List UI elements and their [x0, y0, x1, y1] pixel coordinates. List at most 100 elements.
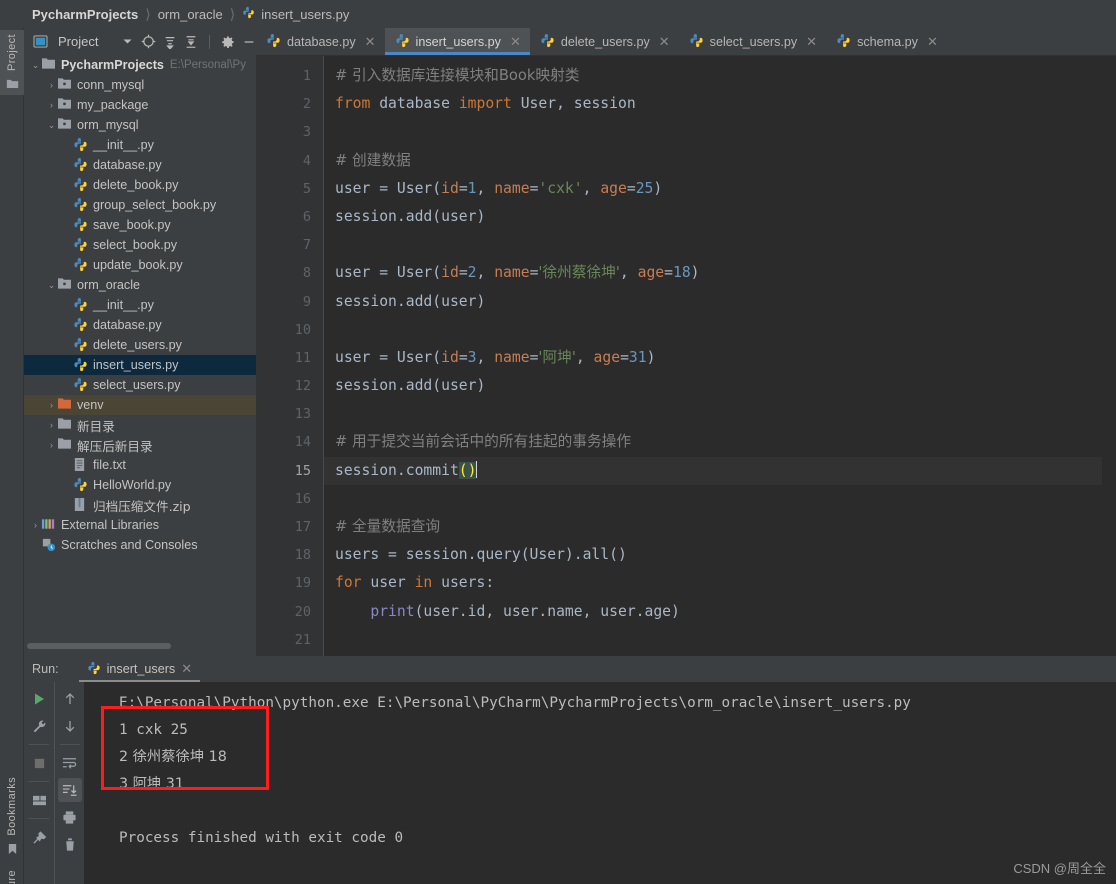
editor-tab-delete-users[interactable]: delete_users.py ✕ — [530, 28, 679, 55]
code-line[interactable]: # 创建数据 — [324, 147, 1116, 175]
chevron-down-icon[interactable] — [121, 33, 134, 50]
close-icon[interactable]: ✕ — [659, 34, 670, 50]
code-line[interactable]: for user in users: — [324, 569, 1116, 597]
chevron-right-icon[interactable]: › — [30, 520, 41, 530]
tree-item-insert-users-py[interactable]: insert_users.py — [24, 355, 256, 375]
tree-item-database-py[interactable]: database.py — [24, 315, 256, 335]
gear-icon[interactable] — [221, 33, 235, 50]
editor-tab-select-users[interactable]: select_users.py ✕ — [679, 28, 826, 55]
code-line[interactable]: session.add(user) — [324, 203, 1116, 231]
scrollbar-thumb[interactable] — [27, 643, 171, 649]
chevron-down-icon[interactable]: ⌄ — [46, 280, 57, 291]
code-line[interactable]: # 全量数据查询 — [324, 513, 1116, 541]
trash-icon[interactable] — [58, 832, 82, 856]
code-line[interactable] — [324, 118, 1116, 146]
stop-icon[interactable] — [27, 751, 51, 775]
tree-item-group-select-book-py[interactable]: group_select_book.py — [24, 195, 256, 215]
breadcrumb-item-file[interactable]: insert_users.py — [261, 7, 349, 22]
close-icon[interactable]: ✕ — [806, 34, 817, 50]
code-line[interactable]: session.add(user) — [324, 288, 1116, 316]
editor-vscrollbar[interactable] — [1102, 56, 1116, 656]
code-line[interactable]: # 用于提交当前会话中的所有挂起的事务操作 — [324, 428, 1116, 456]
tree-item-orm-mysql[interactable]: ⌄ orm_mysql — [24, 115, 256, 135]
code-editor[interactable]: 1 2 3 4 5 6 7 8 9 10 11 12 13 14 15 16 17 18 19 20 21 # 引入数据… — [256, 56, 1116, 656]
tree-item-database-py[interactable]: database.py — [24, 155, 256, 175]
rerun-settings-icon[interactable] — [27, 714, 51, 738]
print-icon[interactable] — [58, 805, 82, 829]
code-line[interactable]: user = User(id=3, name='阿坤', age=31) — [324, 344, 1116, 372]
sidebar-tab-structure[interactable]: Structure — [0, 866, 24, 884]
tree-item-venv[interactable]: › venv — [24, 395, 256, 415]
project-panel-title[interactable]: Project — [58, 34, 98, 49]
project-tree[interactable]: ⌄ PycharmProjects E:\Personal\Py › conn_mysq… — [24, 55, 256, 639]
run-tab-insert-users[interactable]: insert_users ✕ — [78, 656, 201, 682]
scroll-to-end-icon[interactable] — [57, 778, 82, 802]
code-line[interactable]: users = session.query(User).all() — [324, 541, 1116, 569]
chevron-right-icon[interactable]: › — [46, 440, 57, 450]
sidebar-tab-bookmarks[interactable]: Bookmarks — [0, 773, 24, 861]
tree-item-delete-book-py[interactable]: delete_book.py — [24, 175, 256, 195]
collapse-all-icon[interactable] — [184, 33, 198, 50]
chevron-right-icon[interactable]: › — [46, 80, 57, 90]
code-line[interactable] — [324, 316, 1116, 344]
expand-all-icon[interactable] — [163, 33, 177, 50]
tree-item-file-txt[interactable]: file.txt — [24, 455, 256, 475]
close-icon[interactable]: ✕ — [510, 34, 521, 50]
chevron-right-icon[interactable]: › — [46, 100, 57, 110]
code-line[interactable]: user = User(id=1, name='cxk', age=25) — [324, 175, 1116, 203]
soft-wrap-icon[interactable] — [58, 751, 82, 775]
close-icon[interactable]: ✕ — [365, 34, 376, 50]
tree-item-[interactable]: › 解压后新目录 — [24, 435, 256, 455]
line-number: 17 — [294, 519, 311, 535]
run-icon[interactable] — [27, 687, 51, 711]
editor-code-area[interactable]: # 引入数据库连接模块和Book映射类 from database import … — [324, 56, 1116, 656]
up-arrow-icon[interactable] — [58, 687, 82, 711]
code-line[interactable] — [324, 626, 1116, 654]
chevron-down-icon[interactable]: ⌄ — [46, 120, 57, 131]
tree-item-save-book-py[interactable]: save_book.py — [24, 215, 256, 235]
tree-item-delete-users-py[interactable]: delete_users.py — [24, 335, 256, 355]
editor-tab-database[interactable]: database.py ✕ — [256, 28, 385, 55]
console-output[interactable]: E:\Personal\Python\python.exe E:\Persona… — [84, 682, 1116, 884]
minimize-icon[interactable] — [242, 33, 256, 50]
code-line[interactable]: session.add(user) — [324, 372, 1116, 400]
locate-icon[interactable] — [141, 33, 156, 50]
tree-item-zip[interactable]: 归档压缩文件.zip — [24, 495, 256, 515]
editor-tab-insert-users[interactable]: insert_users.py ✕ — [384, 28, 531, 55]
tree-item-pycharmprojects[interactable]: ⌄ PycharmProjects E:\Personal\Py — [24, 55, 256, 75]
code-line[interactable]: # 引入数据库连接模块和Book映射类 — [324, 62, 1116, 90]
tree-item-conn-mysql[interactable]: › conn_mysql — [24, 75, 256, 95]
close-icon[interactable]: ✕ — [181, 661, 192, 677]
pin-icon[interactable] — [27, 825, 51, 849]
code-line[interactable] — [324, 485, 1116, 513]
sidebar-tab-project[interactable]: Project — [0, 30, 24, 96]
chevron-right-icon[interactable]: › — [46, 420, 57, 430]
tree-item-orm-oracle[interactable]: ⌄ orm_oracle — [24, 275, 256, 295]
breadcrumb-item-project[interactable]: PycharmProjects — [32, 7, 138, 22]
tree-item-helloworld-py[interactable]: HelloWorld.py — [24, 475, 256, 495]
project-tree-hscrollbar[interactable] — [24, 639, 256, 656]
tree-item-[interactable]: › 新目录 — [24, 415, 256, 435]
package-folder-icon — [57, 277, 73, 293]
layout-icon[interactable] — [27, 788, 51, 812]
code-line[interactable]: from database import User, session — [324, 90, 1116, 118]
tree-item-my-package[interactable]: › my_package — [24, 95, 256, 115]
editor-tab-schema[interactable]: schema.py ✕ — [826, 28, 947, 55]
down-arrow-icon[interactable] — [58, 714, 82, 738]
tree-item-external-libraries[interactable]: › External Libraries — [24, 515, 256, 535]
code-line[interactable] — [324, 400, 1116, 428]
tree-item-select-book-py[interactable]: select_book.py — [24, 235, 256, 255]
tree-item-scratches-and-consoles[interactable]: Scratches and Consoles — [24, 535, 256, 555]
breadcrumb-item-folder[interactable]: orm_oracle — [158, 7, 223, 22]
code-line[interactable]: print(user.id, user.name, user.age) — [324, 598, 1116, 626]
code-line[interactable] — [324, 231, 1116, 259]
chevron-right-icon[interactable]: › — [46, 400, 57, 410]
tree-item-init-py[interactable]: __init__.py — [24, 295, 256, 315]
chevron-down-icon[interactable]: ⌄ — [30, 60, 41, 71]
tree-item-update-book-py[interactable]: update_book.py — [24, 255, 256, 275]
code-line[interactable]: session.commit() — [324, 456, 1116, 485]
tree-item-select-users-py[interactable]: select_users.py — [24, 375, 256, 395]
close-icon[interactable]: ✕ — [927, 34, 938, 50]
code-line[interactable]: user = User(id=2, name='徐州蔡徐坤', age=18) — [324, 259, 1116, 287]
tree-item-init-py[interactable]: __init__.py — [24, 135, 256, 155]
